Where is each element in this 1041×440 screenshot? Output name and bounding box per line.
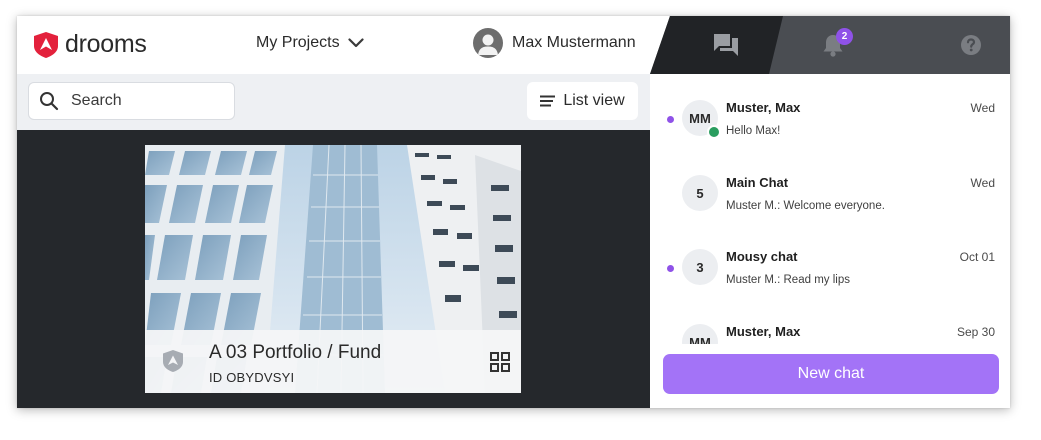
chat-preview: Hello Max! [726, 125, 781, 137]
chevron-down-icon [347, 38, 364, 48]
search-icon [40, 92, 59, 111]
grid-icon[interactable] [490, 352, 510, 372]
app-window: drooms My Projects Max Mustermann Search… [17, 16, 1010, 408]
unread-indicator [667, 116, 674, 123]
notification-badge: 2 [836, 28, 853, 45]
list-view-button[interactable]: List view [527, 82, 638, 120]
project-title: A 03 Portfolio / Fund [209, 342, 382, 363]
help-icon [961, 35, 981, 55]
project-card-footer: A 03 Portfolio / Fund ID OBYDVSYI [145, 330, 521, 393]
avatar-initials: MM [689, 334, 711, 345]
project-shield-icon [163, 350, 183, 372]
list-view-label: List view [563, 92, 625, 109]
new-chat-label: New chat [797, 365, 865, 382]
chat-list: MM Muster, Max Wed Hello Max! 5 Main Cha… [650, 74, 1010, 344]
chat-avatar: 3 [682, 249, 718, 285]
tab-help[interactable] [905, 16, 1010, 74]
chat-item[interactable]: 5 Main Chat Wed Muster M.: Welcome every… [650, 149, 1010, 223]
user-name: Max Mustermann [512, 34, 636, 51]
chat-avatar: MM [682, 324, 718, 344]
online-status-dot [707, 125, 721, 139]
chat-preview: Muster M.: Read my lips [726, 274, 850, 286]
list-icon [540, 95, 556, 107]
tab-notifications[interactable]: 2 [785, 16, 895, 74]
unread-indicator [667, 265, 674, 272]
user-avatar-icon [473, 28, 503, 58]
brand-name: drooms [65, 30, 147, 58]
avatar-initials: MM [689, 110, 711, 126]
avatar-count: 5 [696, 185, 704, 201]
chat-item[interactable]: MM Muster, Max Sep 30 [650, 298, 1010, 344]
new-chat-button[interactable]: New chat [663, 354, 999, 394]
tab-chat[interactable] [675, 16, 775, 74]
top-bar: drooms My Projects Max Mustermann [17, 16, 657, 74]
project-card[interactable]: A 03 Portfolio / Fund ID OBYDVSYI [145, 145, 521, 393]
chat-avatar: 5 [682, 175, 718, 211]
avatar-count: 3 [696, 259, 704, 275]
chat-date: Wed [970, 101, 995, 115]
chat-item[interactable]: 3 Mousy chat Oct 01 Muster M.: Read my l… [650, 223, 1010, 297]
chat-name: Muster, Max [726, 324, 801, 339]
my-projects-dropdown[interactable]: My Projects [256, 34, 364, 52]
search-box[interactable] [28, 82, 235, 120]
chat-name: Main Chat [726, 175, 789, 190]
chat-name: Muster, Max [726, 100, 801, 115]
chat-panel: 2 MM Muster, Max Wed Hello Max! 5 Main C… [650, 16, 1010, 408]
user-menu[interactable]: Max Mustermann [473, 28, 636, 58]
search-input[interactable] [69, 91, 223, 111]
chat-date: Sep 30 [956, 325, 995, 339]
toolbar: List view [17, 74, 657, 130]
chat-icon [714, 34, 738, 56]
chat-preview: Muster M.: Welcome everyone. [726, 200, 885, 212]
chat-date: Wed [970, 176, 995, 190]
projects-area: A 03 Portfolio / Fund ID OBYDVSYI [17, 130, 650, 408]
chat-item[interactable]: MM Muster, Max Wed Hello Max! [650, 74, 1010, 148]
chat-name: Mousy chat [726, 249, 798, 264]
chat-date: Oct 01 [959, 250, 995, 264]
my-projects-label: My Projects [256, 34, 340, 51]
project-id: ID OBYDVSYI [209, 370, 295, 385]
drooms-logo[interactable]: drooms [33, 30, 147, 59]
drooms-shield-icon [34, 31, 58, 58]
notification-count: 2 [841, 31, 848, 42]
